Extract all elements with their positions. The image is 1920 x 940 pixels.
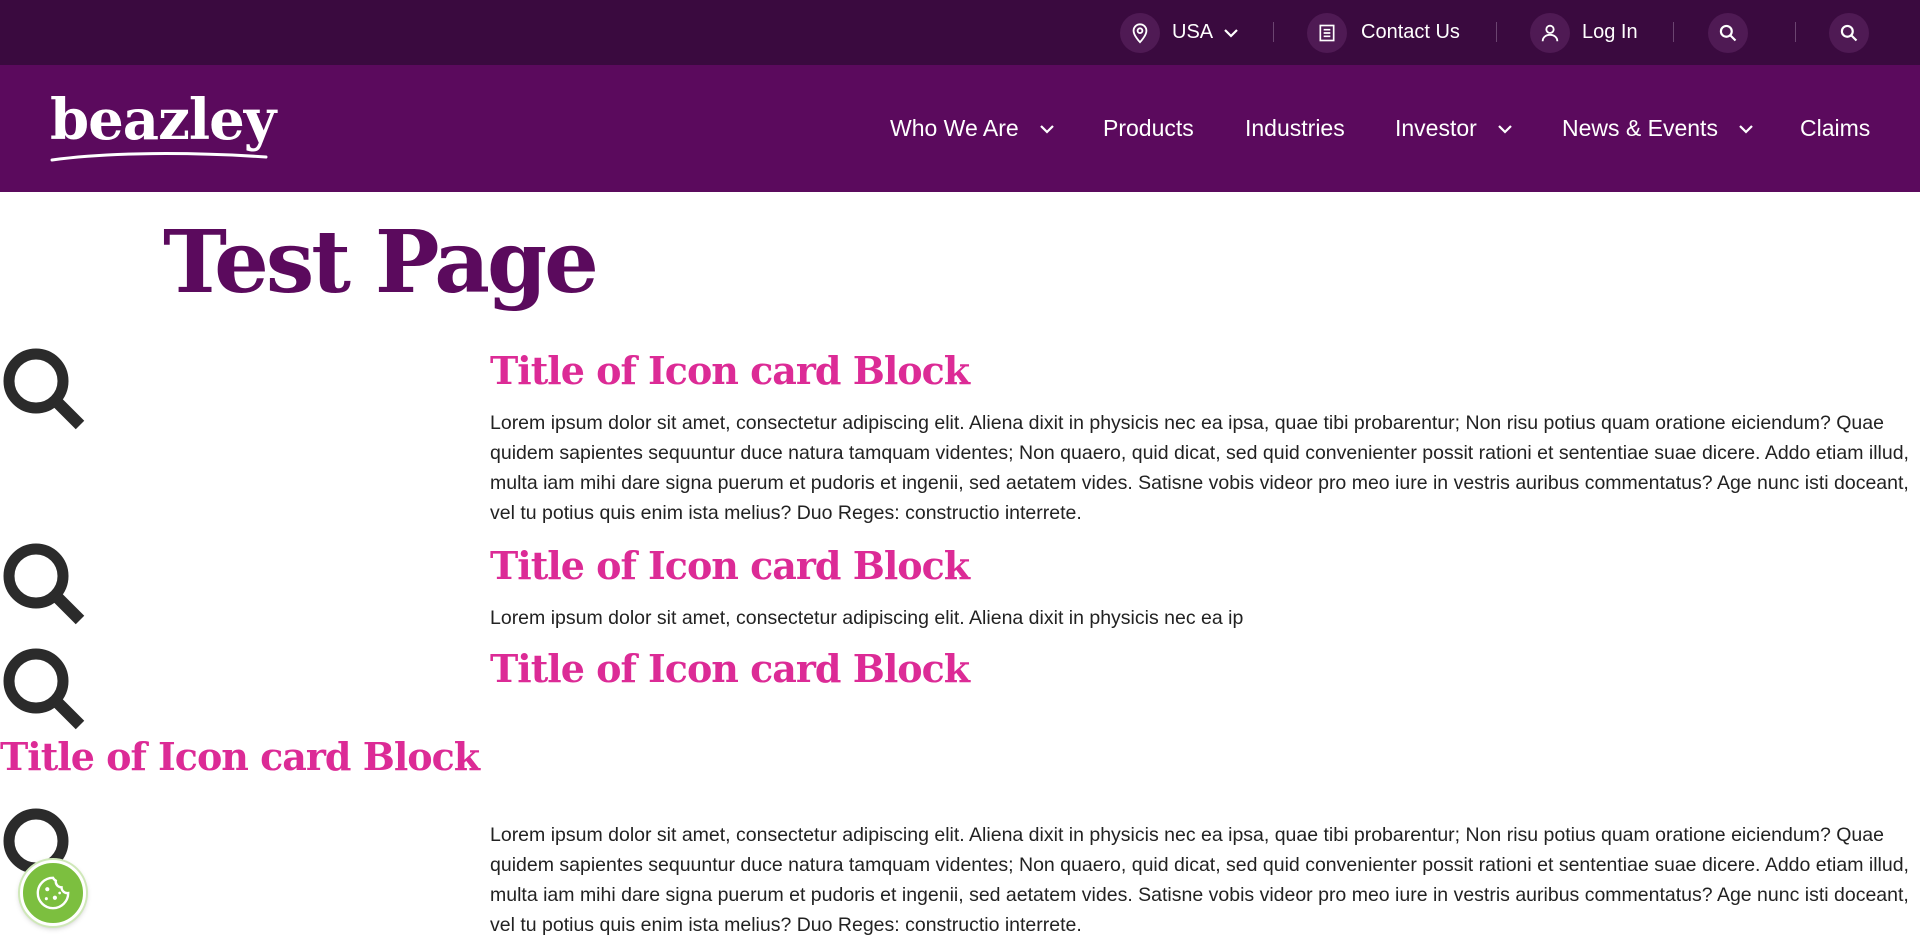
search-icon <box>3 543 85 625</box>
nav-claims[interactable]: Claims <box>1800 65 1870 192</box>
card-body: Lorem ipsum dolor sit amet, consectetur … <box>490 824 1909 936</box>
card-title: Title of Icon card Block <box>490 543 970 588</box>
card-title: Title of Icon card Block <box>490 646 970 691</box>
nav-news-events[interactable]: News & Events <box>1562 65 1754 192</box>
cookie-icon <box>36 876 70 910</box>
separator <box>1795 22 1796 42</box>
nav-label: Products <box>1103 115 1194 141</box>
card-body: Lorem ipsum dolor sit amet, consectetur … <box>490 607 1244 629</box>
separator <box>1673 22 1674 42</box>
nav-label: News & Events <box>1562 115 1718 141</box>
nav-industries[interactable]: Industries <box>1245 65 1345 192</box>
cookie-settings-button[interactable] <box>20 860 86 926</box>
logo-swash <box>50 152 268 162</box>
log-in-label: Log In <box>1582 21 1638 43</box>
search-button[interactable] <box>1708 0 1748 65</box>
nav-label: Who We Are <box>890 115 1019 141</box>
chevron-down-icon <box>1498 124 1512 134</box>
chevron-down-icon <box>1039 124 1054 134</box>
country-selector[interactable]: USA <box>1120 0 1239 65</box>
contact-form-icon <box>1307 12 1347 53</box>
card-title: Title of Icon card Block <box>490 348 970 393</box>
log-in-link[interactable]: Log In <box>1530 0 1638 65</box>
contact-us-link[interactable]: Contact Us <box>1307 0 1460 65</box>
nav-investor[interactable]: Investor <box>1395 65 1513 192</box>
nav-label: Claims <box>1800 115 1871 141</box>
separator <box>1273 22 1274 42</box>
contact-us-label: Contact Us <box>1361 21 1460 43</box>
nav-label: Industries <box>1245 115 1345 141</box>
chevron-down-icon <box>1739 124 1753 134</box>
chevron-down-icon <box>1224 28 1238 38</box>
separator <box>1496 22 1497 42</box>
country-label: USA <box>1172 21 1214 43</box>
location-pin-icon <box>1120 12 1160 53</box>
card-title: Title of Icon card Block <box>0 734 480 779</box>
nav-label: Investor <box>1395 115 1477 141</box>
nav-who-we-are[interactable]: Who We Are <box>890 65 1055 192</box>
beazley-logo[interactable]: beazley <box>50 92 276 148</box>
nav-products[interactable]: Products <box>1103 65 1194 192</box>
user-icon <box>1530 12 1570 53</box>
search-icon <box>1829 12 1869 53</box>
card-body: Lorem ipsum dolor sit amet, consectetur … <box>490 412 1909 524</box>
search-button-secondary[interactable] <box>1829 0 1869 65</box>
page-title: Test Page <box>163 212 599 313</box>
search-icon <box>3 348 85 430</box>
search-icon <box>1708 12 1748 53</box>
search-icon <box>3 648 85 730</box>
